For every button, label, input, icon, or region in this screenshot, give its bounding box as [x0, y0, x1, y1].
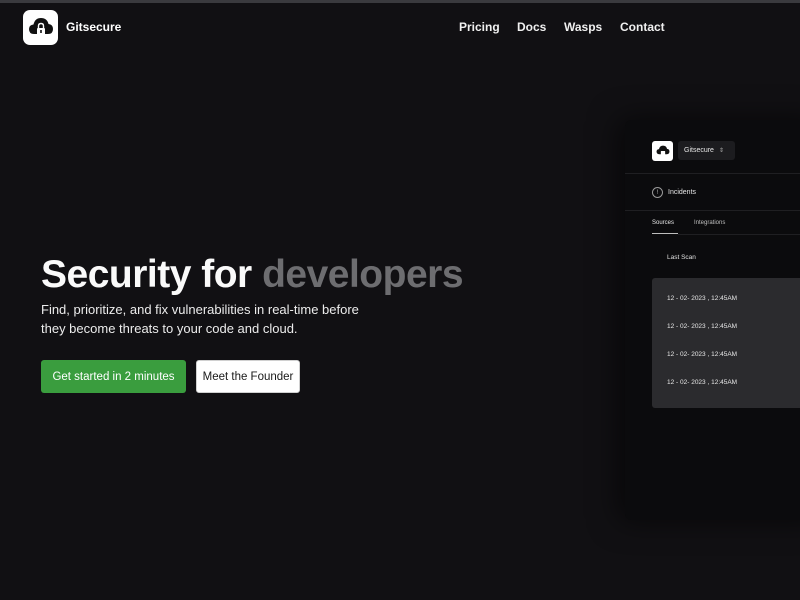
nav-wasps[interactable]: Wasps: [564, 20, 602, 34]
tab-sources[interactable]: Sources: [652, 220, 674, 226]
nav-contact[interactable]: Contact: [620, 20, 665, 34]
alert-circle-icon: !: [652, 187, 663, 198]
hero-title-main: Security for: [41, 253, 252, 296]
chevron-updown-icon: ⇕: [718, 148, 724, 154]
incidents-label: Incidents: [668, 189, 697, 196]
table-row[interactable]: 12 - 02- 2023 , 12:45AM: [667, 295, 737, 302]
tabs-divider: [678, 234, 800, 235]
nav-pricing[interactable]: Pricing: [459, 20, 500, 34]
last-scan-header: Last Scan: [667, 254, 696, 261]
workspace-name: Gitsecure: [684, 147, 714, 154]
incidents-item[interactable]: ! Incidents: [652, 185, 696, 200]
hero-title: Security for developers: [41, 253, 464, 297]
table-row[interactable]: 12 - 02- 2023 , 12:45AM: [667, 379, 737, 386]
hero-title-highlight: developers: [262, 253, 464, 296]
nav-docs[interactable]: Docs: [517, 20, 546, 34]
cloud-lock-icon: [28, 17, 53, 35]
get-started-button[interactable]: Get started in 2 minutes: [41, 360, 186, 393]
table-row[interactable]: 12 - 02- 2023 , 12:45AM: [667, 323, 737, 330]
workspace-select[interactable]: Gitsecure ⇕: [678, 141, 735, 160]
preview-divider: [625, 210, 800, 211]
cloud-lock-icon: [656, 145, 669, 155]
brand-name[interactable]: Gitsecure: [66, 20, 121, 34]
table-row[interactable]: 12 - 02- 2023 , 12:45AM: [667, 351, 737, 358]
tab-integrations[interactable]: Integrations: [694, 220, 725, 226]
top-strip: [0, 0, 800, 3]
active-tab-indicator: [652, 233, 678, 234]
preview-logo: [652, 141, 673, 161]
meet-founder-button[interactable]: Meet the Founder: [196, 360, 300, 393]
preview-divider: [625, 173, 800, 174]
hero-subtitle: Find, prioritize, and fix vulnerabilitie…: [41, 302, 359, 336]
logo[interactable]: [23, 10, 58, 45]
